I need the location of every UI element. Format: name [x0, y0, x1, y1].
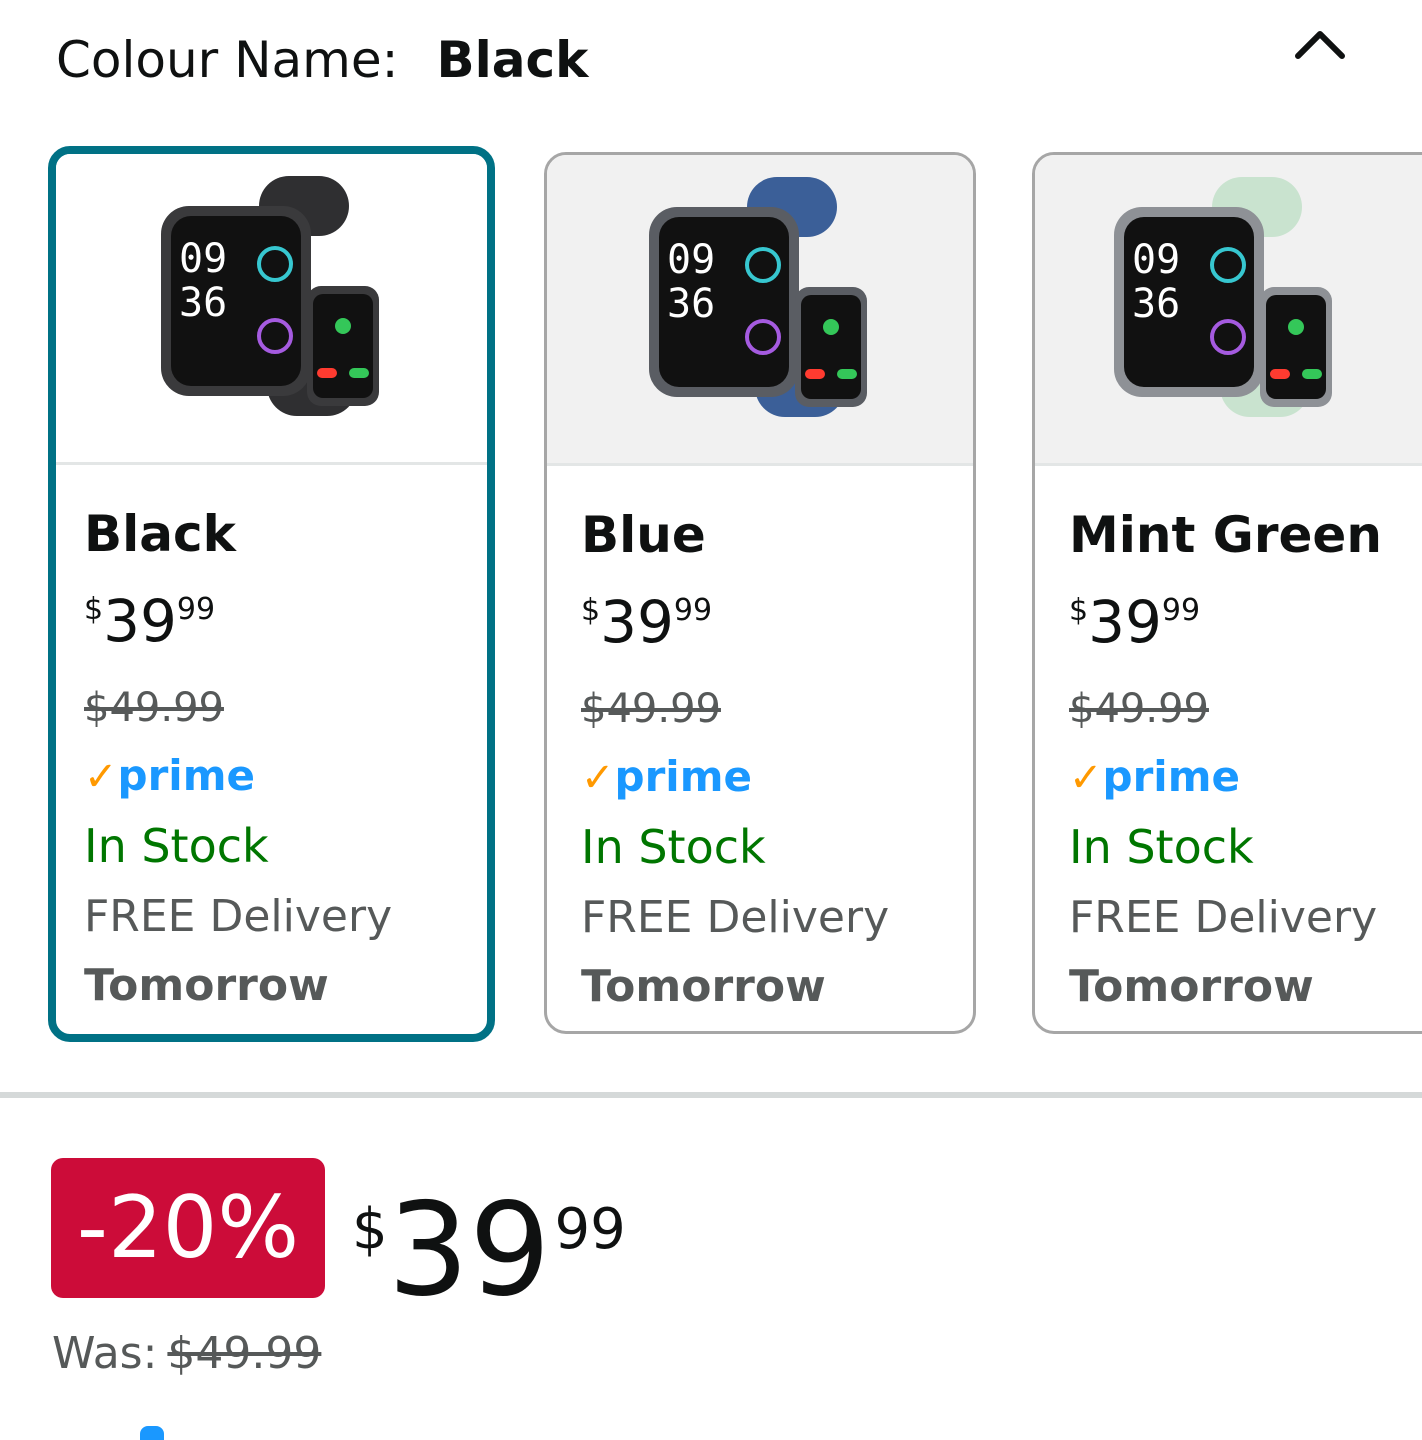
svg-text:09: 09	[667, 237, 715, 283]
prime-check-icon: ✓	[84, 754, 118, 800]
prime-check-icon-partial	[140, 1426, 164, 1440]
svg-text:36: 36	[667, 281, 715, 327]
prime-badge: ✓prime	[581, 752, 752, 801]
svg-text:36: 36	[1132, 281, 1180, 327]
current-price: $3999	[352, 1176, 626, 1325]
collapse-chevron-up-icon[interactable]	[1290, 24, 1350, 68]
colour-name-heading: Colour Name: Black	[56, 28, 588, 92]
variant-name: Black	[84, 505, 236, 563]
variant-price: $3999	[1069, 588, 1201, 656]
variant-image: 09 36	[547, 155, 973, 466]
variant-image: 09 36	[1035, 155, 1422, 466]
svg-text:09: 09	[1132, 237, 1180, 283]
delivery-text: FREE Delivery	[84, 891, 393, 942]
prime-check-icon: ✓	[1069, 755, 1103, 801]
stock-status: In Stock	[84, 819, 269, 873]
variant-name: Mint Green	[1069, 506, 1382, 564]
delivery-text: FREE Delivery	[581, 892, 890, 943]
smartwatch-image: 09 36	[1114, 177, 1332, 417]
delivery-date: Tomorrow	[1069, 961, 1314, 1012]
svg-text:09: 09	[179, 236, 227, 282]
stock-status: In Stock	[1069, 820, 1254, 874]
delivery-text: FREE Delivery	[1069, 892, 1378, 943]
variant-price: $3999	[84, 587, 216, 655]
delivery-date: Tomorrow	[84, 960, 329, 1011]
stock-status: In Stock	[581, 820, 766, 874]
prime-badge: ✓prime	[84, 751, 255, 800]
was-price: Was: $49.99	[52, 1328, 322, 1379]
variant-card-blue[interactable]: 09 36 Blue $3999 $49.99 ✓prime In Stock …	[544, 152, 976, 1034]
svg-text:36: 36	[179, 280, 227, 326]
variant-old-price: $49.99	[84, 685, 224, 731]
smartwatch-image: 09 36	[160, 176, 379, 416]
prime-badge: ✓prime	[1069, 752, 1240, 801]
variant-old-price: $49.99	[1069, 686, 1209, 732]
selected-colour-value: Black	[436, 31, 589, 89]
prime-check-icon: ✓	[581, 755, 615, 801]
smartwatch-image: 09 36	[649, 177, 867, 417]
section-divider	[0, 1092, 1422, 1098]
variant-price: $3999	[581, 588, 713, 656]
variant-card-mint-green[interactable]: 09 36 Mint Green $3999 $49.99 ✓prime In …	[1032, 152, 1422, 1034]
variant-name: Blue	[581, 506, 706, 564]
delivery-date: Tomorrow	[581, 961, 826, 1012]
discount-badge: -20%	[51, 1158, 325, 1298]
variant-card-black[interactable]: 09 36 Black $3999 $49.99 ✓prime In Stock…	[48, 146, 495, 1042]
variant-image: 09 36	[56, 154, 487, 465]
colour-name-label: Colour Name:	[56, 31, 399, 89]
variant-old-price: $49.99	[581, 686, 721, 732]
